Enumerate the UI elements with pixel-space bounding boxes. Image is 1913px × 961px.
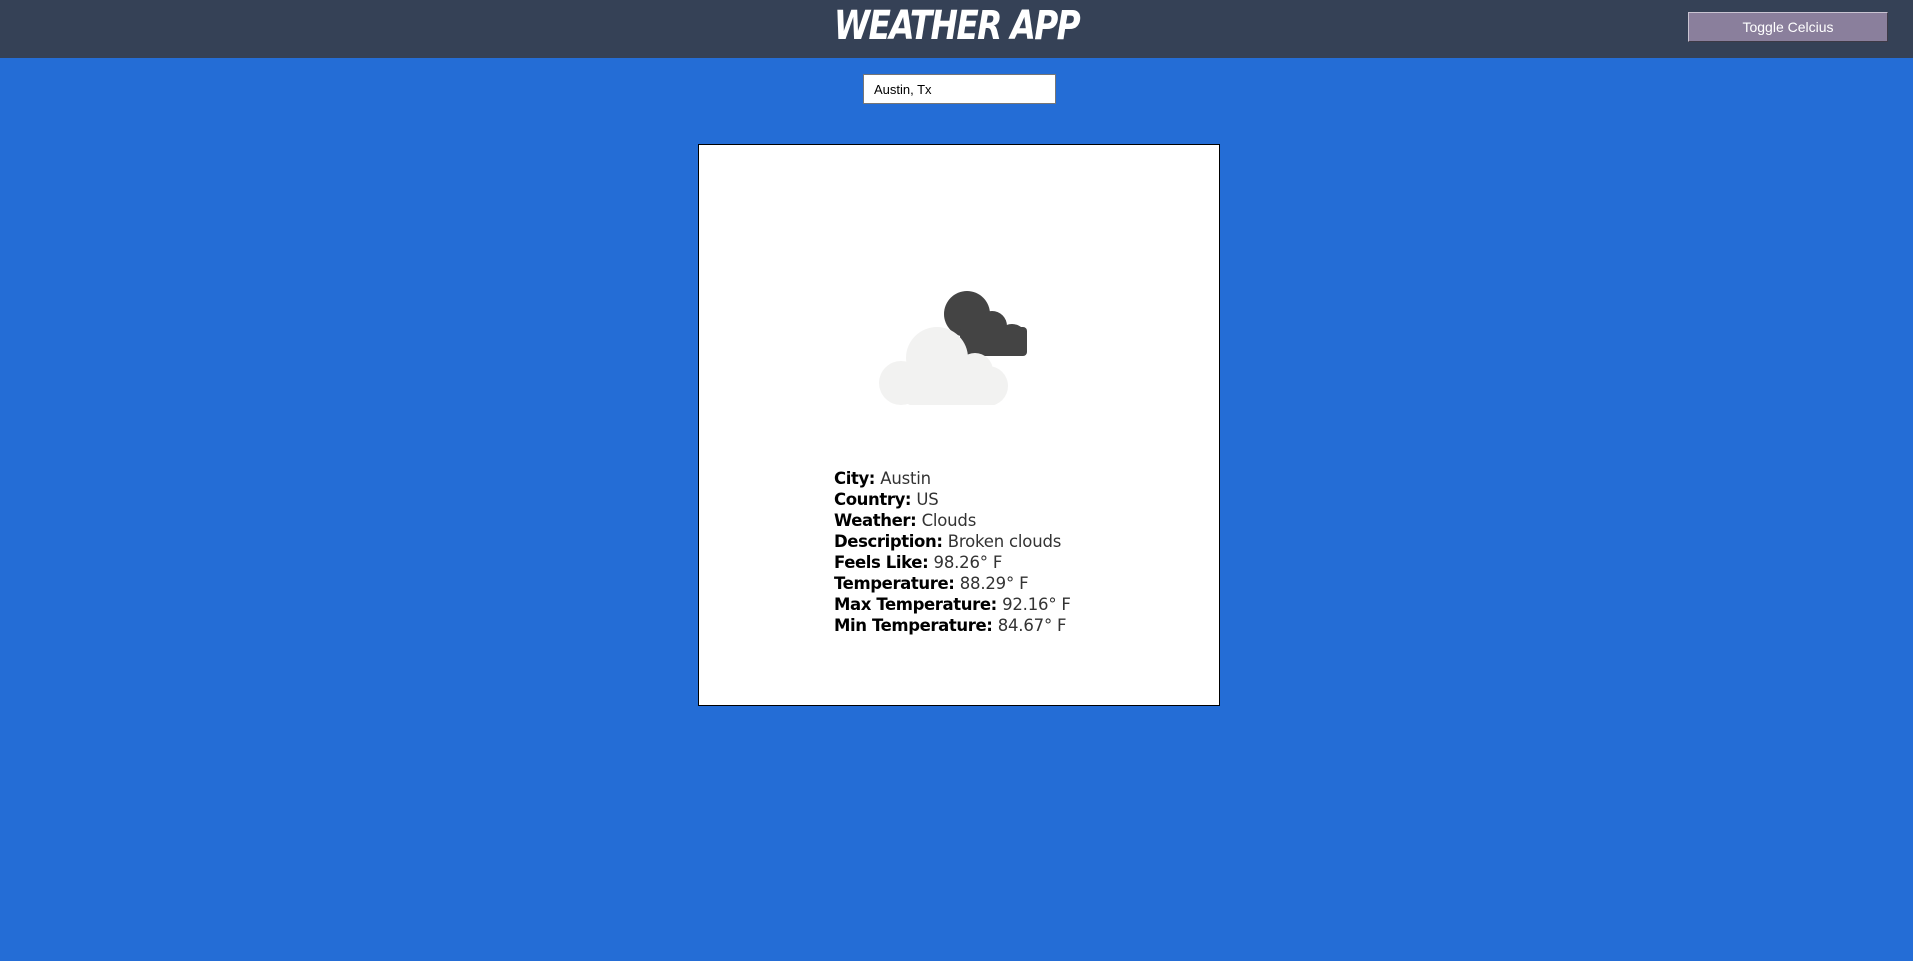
detail-value: Broken clouds [947, 532, 1062, 551]
detail-label: Temperature: [834, 574, 955, 593]
detail-label: City: [834, 469, 876, 488]
detail-value: US [916, 490, 939, 509]
weather-details: City: Austin Country: US Weather: Clouds… [834, 468, 1071, 636]
detail-value: Clouds [921, 511, 977, 530]
detail-row-city: City: Austin [834, 468, 1071, 489]
detail-row-temperature: Temperature: 88.29° F [834, 573, 1071, 594]
top-bar: WEATHER APP Toggle Celcius [0, 0, 1913, 58]
detail-value: 84.67° F [997, 616, 1067, 635]
city-search-input[interactable] [863, 74, 1056, 104]
detail-label: Feels Like: [834, 553, 929, 572]
detail-row-feels-like: Feels Like: 98.26° F [834, 552, 1071, 573]
detail-label: Max Temperature: [834, 595, 997, 614]
detail-value: 92.16° F [1002, 595, 1071, 614]
detail-label: Weather: [834, 511, 917, 530]
detail-row-weather: Weather: Clouds [834, 510, 1071, 531]
detail-value: 98.26° F [933, 553, 1003, 572]
detail-row-min-temperature: Min Temperature: 84.67° F [834, 615, 1071, 636]
broken-clouds-icon [879, 291, 1027, 405]
detail-row-max-temperature: Max Temperature: 92.16° F [834, 594, 1071, 615]
detail-label: Country: [834, 490, 912, 509]
toggle-celsius-button[interactable]: Toggle Celcius [1688, 12, 1888, 42]
weather-card: City: Austin Country: US Weather: Clouds… [698, 144, 1220, 706]
detail-row-description: Description: Broken clouds [834, 531, 1071, 552]
detail-label: Min Temperature: [834, 616, 993, 635]
detail-value: Austin [880, 469, 931, 488]
detail-row-country: Country: US [834, 489, 1071, 510]
app-title: WEATHER APP [833, 3, 1081, 49]
detail-value: 88.29° F [959, 574, 1029, 593]
detail-label: Description: [834, 532, 943, 551]
